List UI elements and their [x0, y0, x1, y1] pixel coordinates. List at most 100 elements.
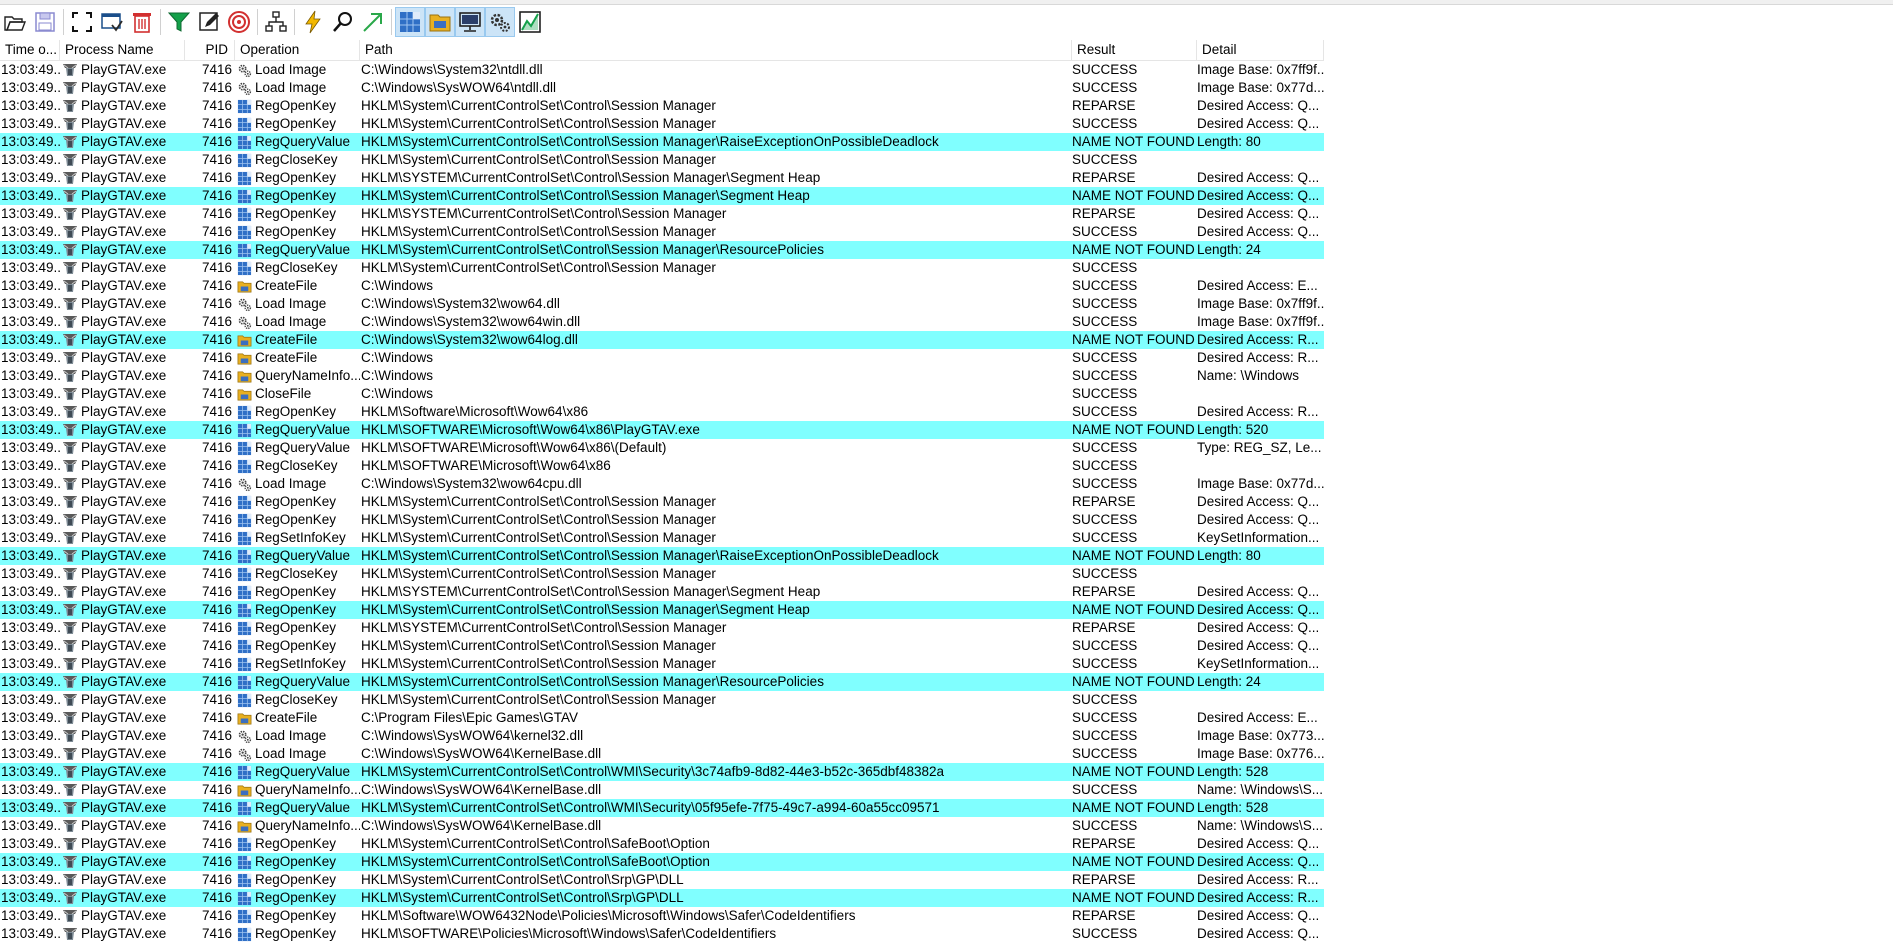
column-header-path[interactable]: Path [360, 40, 1072, 60]
table-row[interactable]: 13:03:49... PlayGTAV.exe 7416 Load Image C:\… [0, 61, 1324, 79]
table-row[interactable]: 13:03:49... PlayGTAV.exe 7416 RegCloseKey HK… [0, 565, 1324, 583]
column-header-result[interactable]: Result [1072, 40, 1197, 60]
profiling-events-button[interactable] [515, 7, 545, 37]
table-row[interactable]: 13:03:49... PlayGTAV.exe 7416 Load Image C:\… [0, 475, 1324, 493]
table-row[interactable]: 13:03:49... PlayGTAV.exe 7416 RegOpenKey HKL… [0, 853, 1324, 871]
table-row[interactable]: 13:03:49... PlayGTAV.exe 7416 RegCloseKey HK… [0, 151, 1324, 169]
column-header-process-name[interactable]: Process Name [60, 40, 185, 60]
table-row[interactable]: 13:03:49... PlayGTAV.exe 7416 RegOpenKey HKL… [0, 925, 1324, 943]
table-row[interactable]: 13:03:49... PlayGTAV.exe 7416 RegOpenKey HKL… [0, 187, 1324, 205]
filesystem-activity-button[interactable] [425, 7, 455, 37]
table-row[interactable]: 13:03:49... PlayGTAV.exe 7416 RegOpenKey HKL… [0, 619, 1324, 637]
autoscroll-button[interactable] [67, 7, 97, 37]
toolbar [0, 5, 1893, 39]
network-activity-button[interactable] [455, 7, 485, 37]
table-row[interactable]: 13:03:49... PlayGTAV.exe 7416 Load Image C:\… [0, 295, 1324, 313]
table-row[interactable]: 13:03:49... PlayGTAV.exe 7416 CloseFile C:\W… [0, 385, 1324, 403]
cell-path: C:\Windows\System32\wow64win.dll [361, 314, 581, 329]
table-row[interactable]: 13:03:49... PlayGTAV.exe 7416 QueryNameInfo… [0, 367, 1324, 385]
table-row[interactable]: 13:03:49... PlayGTAV.exe 7416 RegSetInfoKey… [0, 655, 1324, 673]
registry-activity-button[interactable] [395, 7, 425, 37]
find-button[interactable] [328, 7, 358, 37]
table-row[interactable]: 13:03:49... PlayGTAV.exe 7416 RegOpenKey HKL… [0, 205, 1324, 223]
table-row[interactable]: 13:03:49... PlayGTAV.exe 7416 RegOpenKey HKL… [0, 907, 1324, 925]
table-row[interactable]: 13:03:49... PlayGTAV.exe 7416 RegOpenKey HKL… [0, 871, 1324, 889]
table-row[interactable]: 13:03:49... PlayGTAV.exe 7416 RegQueryValue… [0, 421, 1324, 439]
table-row[interactable]: 13:03:49... PlayGTAV.exe 7416 RegCloseKey HK… [0, 457, 1324, 475]
table-row[interactable]: 13:03:49... PlayGTAV.exe 7416 QueryNameInfo… [0, 781, 1324, 799]
process-icon [62, 153, 78, 167]
cell-process-name: PlayGTAV.exe [60, 367, 185, 385]
cell-pid: 7416 [201, 314, 232, 329]
cell-path: HKLM\System\CurrentControlSet\Control\Sr… [361, 890, 684, 905]
highlight-button[interactable] [194, 7, 224, 37]
cell-time: 13:03:49... [1, 350, 60, 365]
save-button[interactable] [30, 7, 60, 37]
registry-icon [237, 801, 252, 816]
table-row[interactable]: 13:03:49... PlayGTAV.exe 7416 RegOpenKey HKL… [0, 493, 1324, 511]
table-row[interactable]: 13:03:49... PlayGTAV.exe 7416 RegOpenKey HKL… [0, 835, 1324, 853]
clear-button[interactable] [127, 7, 157, 37]
event-properties-button[interactable] [298, 7, 328, 37]
table-row[interactable]: 13:03:49... PlayGTAV.exe 7416 RegOpenKey HKL… [0, 223, 1324, 241]
table-row[interactable]: 13:03:49... PlayGTAV.exe 7416 RegQueryValue… [0, 241, 1324, 259]
table-row[interactable]: 13:03:49... PlayGTAV.exe 7416 RegQueryValue… [0, 547, 1324, 565]
table-row[interactable]: 13:03:49... PlayGTAV.exe 7416 RegOpenKey HKL… [0, 403, 1324, 421]
jump-to-button[interactable] [358, 7, 388, 37]
capture-button[interactable] [97, 7, 127, 37]
table-row[interactable]: 13:03:49... PlayGTAV.exe 7416 Load Image C:\… [0, 727, 1324, 745]
table-row[interactable]: 13:03:49... PlayGTAV.exe 7416 CreateFile C:\… [0, 331, 1324, 349]
network-activity-icon [458, 10, 482, 34]
process-icon [62, 99, 78, 113]
process-tree-button[interactable] [261, 7, 291, 37]
table-row[interactable]: 13:03:49... PlayGTAV.exe 7416 CreateFile C:\… [0, 349, 1324, 367]
cell-process-name-text: PlayGTAV.exe [81, 818, 167, 833]
table-row[interactable]: 13:03:49... PlayGTAV.exe 7416 RegOpenKey HKL… [0, 169, 1324, 187]
filter-button[interactable] [164, 7, 194, 37]
cell-path: HKLM\System\CurrentControlSet\Control\Se… [361, 674, 824, 689]
table-row[interactable]: 13:03:49... PlayGTAV.exe 7416 RegOpenKey HKL… [0, 637, 1324, 655]
cell-result: NAME NOT FOUND [1072, 764, 1195, 779]
column-header-time[interactable]: Time o... [0, 40, 60, 60]
cell-process-name-text: PlayGTAV.exe [81, 530, 167, 545]
table-row[interactable]: 13:03:49... PlayGTAV.exe 7416 RegQueryValue… [0, 133, 1324, 151]
cell-pid: 7416 [201, 62, 232, 77]
column-header-detail[interactable]: Detail [1197, 40, 1324, 60]
table-row[interactable]: 13:03:49... PlayGTAV.exe 7416 Load Image C:\… [0, 745, 1324, 763]
open-button[interactable] [0, 7, 30, 37]
table-row[interactable]: 13:03:49... PlayGTAV.exe 7416 RegCloseKey HK… [0, 259, 1324, 277]
column-header-operation[interactable]: Operation [235, 40, 360, 60]
table-row[interactable]: 13:03:49... PlayGTAV.exe 7416 RegOpenKey HKL… [0, 115, 1324, 133]
table-row[interactable]: 13:03:49... PlayGTAV.exe 7416 RegOpenKey HKL… [0, 97, 1324, 115]
table-row[interactable]: 13:03:49... PlayGTAV.exe 7416 RegOpenKey HKL… [0, 583, 1324, 601]
table-row[interactable]: 13:03:49... PlayGTAV.exe 7416 Load Image C:\… [0, 79, 1324, 97]
table-row[interactable]: 13:03:49... PlayGTAV.exe 7416 RegQueryValue… [0, 673, 1324, 691]
cell-detail: Length: 520 [1197, 422, 1269, 437]
cell-path: HKLM\System\CurrentControlSet\Control\Se… [361, 188, 810, 203]
cell-detail [1197, 457, 1324, 475]
cell-process-name: PlayGTAV.exe [60, 763, 185, 781]
column-header-pid[interactable]: PID [185, 40, 235, 60]
table-row[interactable]: 13:03:49... PlayGTAV.exe 7416 RegQueryValue… [0, 799, 1324, 817]
include-process-button[interactable] [224, 7, 254, 37]
event-list[interactable]: Time o... Process Name PID Operation Pat… [0, 40, 1324, 943]
table-row[interactable]: 13:03:49... PlayGTAV.exe 7416 RegOpenKey HKL… [0, 511, 1324, 529]
process-icon [62, 855, 78, 869]
table-row[interactable]: 13:03:49... PlayGTAV.exe 7416 Load Image C:\… [0, 313, 1324, 331]
table-row[interactable]: 13:03:49... PlayGTAV.exe 7416 CreateFile C:\… [0, 709, 1324, 727]
process-icon [62, 297, 78, 311]
cell-process-name: PlayGTAV.exe [60, 907, 185, 925]
cell-detail: Image Base: 0x7ff9f... [1197, 296, 1324, 311]
folder-icon [237, 279, 252, 294]
table-row[interactable]: 13:03:49... PlayGTAV.exe 7416 RegQueryValue… [0, 439, 1324, 457]
table-row[interactable]: 13:03:49... PlayGTAV.exe 7416 RegCloseKey HK… [0, 691, 1324, 709]
table-row[interactable]: 13:03:49... PlayGTAV.exe 7416 QueryNameInfo… [0, 817, 1324, 835]
process-thread-activity-button[interactable] [485, 7, 515, 37]
table-row[interactable]: 13:03:49... PlayGTAV.exe 7416 RegSetInfoKey… [0, 529, 1324, 547]
cell-time: 13:03:49... [1, 836, 60, 851]
table-row[interactable]: 13:03:49... PlayGTAV.exe 7416 RegOpenKey HKL… [0, 889, 1324, 907]
table-row[interactable]: 13:03:49... PlayGTAV.exe 7416 CreateFile C:\… [0, 277, 1324, 295]
table-row[interactable]: 13:03:49... PlayGTAV.exe 7416 RegQueryValue… [0, 763, 1324, 781]
cell-detail: Desired Access: Q... [1197, 908, 1320, 923]
table-row[interactable]: 13:03:49... PlayGTAV.exe 7416 RegOpenKey HKL… [0, 601, 1324, 619]
